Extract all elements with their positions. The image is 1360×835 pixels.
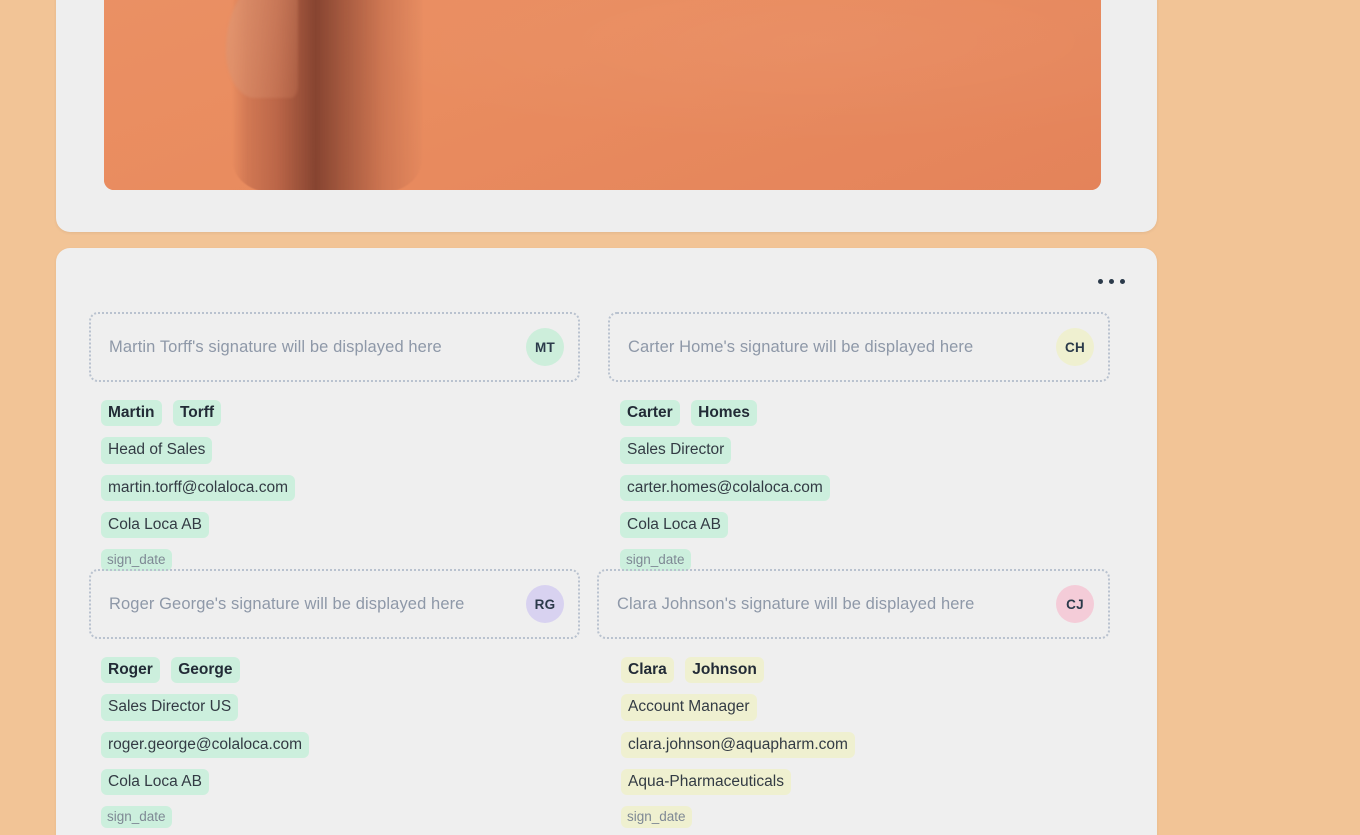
company-tag[interactable]: Cola Loca AB xyxy=(101,769,209,795)
sign-date-row: sign_date xyxy=(101,549,580,571)
dot-3 xyxy=(1120,279,1125,284)
signatories-card: Martin Torff's signature will be display… xyxy=(56,248,1157,835)
last-name-tag[interactable]: Homes xyxy=(691,400,757,426)
last-name-tag[interactable]: Torff xyxy=(173,400,221,426)
signatory-block: Martin Torff's signature will be display… xyxy=(89,312,580,571)
company-tag[interactable]: Cola Loca AB xyxy=(620,512,728,538)
signatory-fields: Carter Homes Sales Director carter.homes… xyxy=(608,400,1110,571)
signatory-block: Clara Johnson's signature will be displa… xyxy=(597,569,1110,828)
media-card xyxy=(56,0,1157,232)
company-row: Aqua-Pharmaceuticals xyxy=(621,769,1110,795)
signature-field[interactable]: Clara Johnson's signature will be displa… xyxy=(597,569,1110,639)
company-row: Cola Loca AB xyxy=(101,769,580,795)
email-row: clara.johnson@aquapharm.com xyxy=(621,732,1110,758)
sign-date-tag[interactable]: sign_date xyxy=(621,806,692,828)
banner-image xyxy=(104,0,1101,190)
dot-1 xyxy=(1098,279,1103,284)
email-tag[interactable]: carter.homes@colaloca.com xyxy=(620,475,830,501)
company-row: Cola Loca AB xyxy=(620,512,1110,538)
page-frame: Martin Torff's signature will be display… xyxy=(0,0,1360,835)
avatar: MT xyxy=(526,328,564,366)
name-row: Roger George xyxy=(101,657,580,683)
title-row: Sales Director US xyxy=(101,694,580,720)
bottle-highlight xyxy=(226,0,298,98)
company-row: Cola Loca AB xyxy=(101,512,580,538)
name-row: Carter Homes xyxy=(620,400,1110,426)
email-row: martin.torff@colaloca.com xyxy=(101,475,580,501)
company-tag[interactable]: Cola Loca AB xyxy=(101,512,209,538)
email-row: roger.george@colaloca.com xyxy=(101,732,580,758)
title-tag[interactable]: Sales Director xyxy=(620,437,731,463)
signatory-fields: Roger George Sales Director US roger.geo… xyxy=(89,657,580,828)
title-tag[interactable]: Head of Sales xyxy=(101,437,212,463)
sign-date-row: sign_date xyxy=(621,806,1110,828)
signature-field[interactable]: Carter Home's signature will be displaye… xyxy=(608,312,1110,382)
avatar: CH xyxy=(1056,328,1094,366)
sign-date-tag[interactable]: sign_date xyxy=(101,549,172,571)
signature-placeholder: Carter Home's signature will be displaye… xyxy=(628,338,973,357)
sign-date-tag[interactable]: sign_date xyxy=(101,806,172,828)
last-name-tag[interactable]: Johnson xyxy=(685,657,764,683)
title-tag[interactable]: Account Manager xyxy=(621,694,757,720)
signatory-block: Roger George's signature will be display… xyxy=(89,569,580,828)
avatar: RG xyxy=(526,585,564,623)
name-row: Clara Johnson xyxy=(621,657,1110,683)
title-row: Sales Director xyxy=(620,437,1110,463)
signatory-fields: Martin Torff Head of Sales martin.torff@… xyxy=(89,400,580,571)
email-tag[interactable]: roger.george@colaloca.com xyxy=(101,732,309,758)
signature-placeholder: Clara Johnson's signature will be displa… xyxy=(617,595,974,614)
company-tag[interactable]: Aqua-Pharmaceuticals xyxy=(621,769,791,795)
signature-placeholder: Martin Torff's signature will be display… xyxy=(109,338,442,357)
signatory-fields: Clara Johnson Account Manager clara.john… xyxy=(597,657,1110,828)
signature-placeholder: Roger George's signature will be display… xyxy=(109,595,464,614)
title-tag[interactable]: Sales Director US xyxy=(101,694,238,720)
first-name-tag[interactable]: Carter xyxy=(620,400,680,426)
signature-field[interactable]: Martin Torff's signature will be display… xyxy=(89,312,580,382)
signatory-block: Carter Home's signature will be displaye… xyxy=(608,312,1110,571)
title-row: Account Manager xyxy=(621,694,1110,720)
last-name-tag[interactable]: George xyxy=(171,657,239,683)
signature-field[interactable]: Roger George's signature will be display… xyxy=(89,569,580,639)
email-tag[interactable]: martin.torff@colaloca.com xyxy=(101,475,295,501)
email-tag[interactable]: clara.johnson@aquapharm.com xyxy=(621,732,855,758)
first-name-tag[interactable]: Martin xyxy=(101,400,162,426)
card-more-options-icon[interactable] xyxy=(1094,275,1129,288)
name-row: Martin Torff xyxy=(101,400,580,426)
first-name-tag[interactable]: Clara xyxy=(621,657,674,683)
sign-date-row: sign_date xyxy=(101,806,580,828)
sign-date-tag[interactable]: sign_date xyxy=(620,549,691,571)
title-row: Head of Sales xyxy=(101,437,580,463)
sign-date-row: sign_date xyxy=(620,549,1110,571)
avatar: CJ xyxy=(1056,585,1094,623)
dot-2 xyxy=(1109,279,1114,284)
email-row: carter.homes@colaloca.com xyxy=(620,475,1110,501)
first-name-tag[interactable]: Roger xyxy=(101,657,160,683)
